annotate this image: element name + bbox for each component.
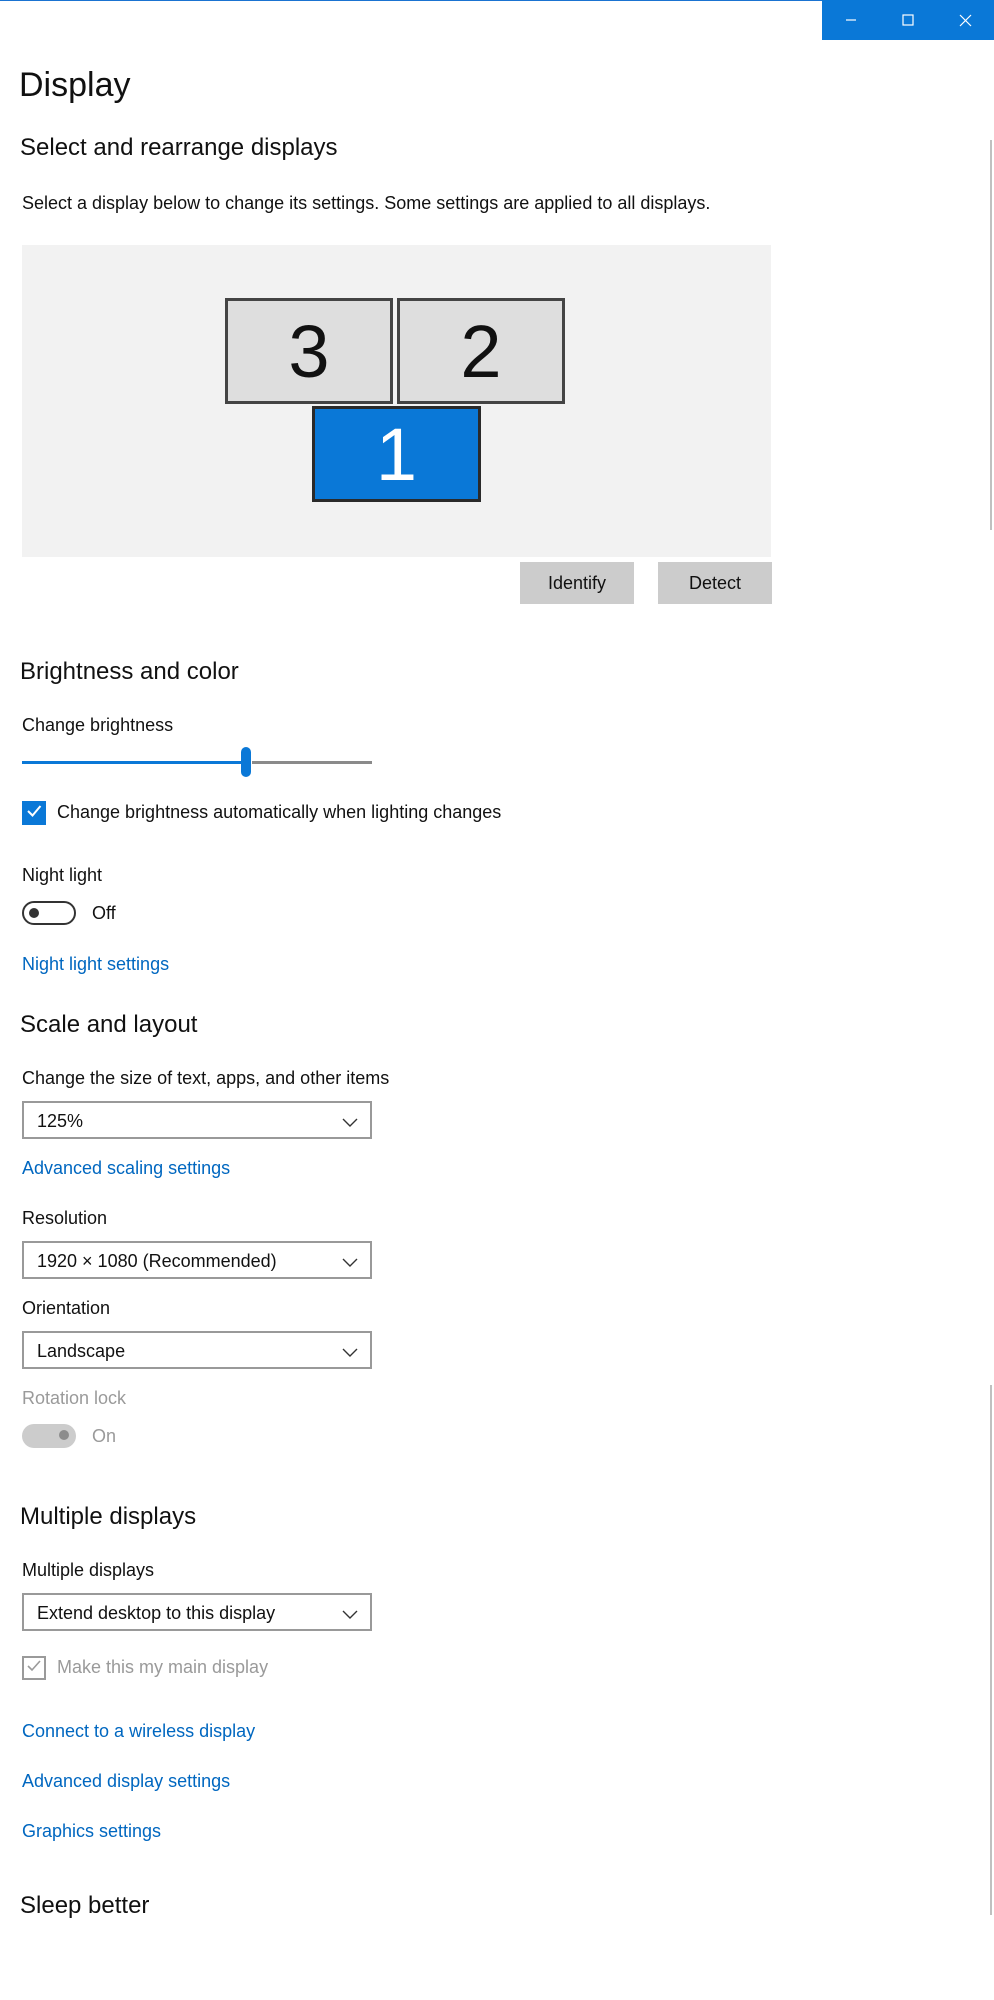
chevron-down-icon bbox=[342, 1607, 358, 1625]
graphics-settings-link[interactable]: Graphics settings bbox=[22, 1821, 161, 1842]
brightness-heading: Brightness and color bbox=[20, 658, 239, 685]
advanced-scaling-link[interactable]: Advanced scaling settings bbox=[22, 1158, 230, 1179]
scale-heading: Scale and layout bbox=[20, 1011, 198, 1038]
toggle-knob bbox=[59, 1430, 69, 1440]
orientation-label: Orientation bbox=[22, 1298, 111, 1318]
slider-thumb[interactable] bbox=[241, 747, 251, 777]
settings-content: Display Select and rearrange displays Se… bbox=[0, 0, 994, 2000]
change-brightness-label: Change brightness bbox=[22, 715, 174, 735]
brightness-slider[interactable] bbox=[22, 747, 372, 777]
slider-fill bbox=[22, 761, 246, 764]
chevron-down-icon bbox=[342, 1345, 358, 1363]
resolution-value: 1920 × 1080 (Recommended) bbox=[37, 1251, 277, 1271]
multiple-displays-dropdown[interactable]: Extend desktop to this display bbox=[22, 1593, 372, 1631]
multiple-displays-label: Multiple displays bbox=[22, 1560, 155, 1580]
identify-button[interactable]: Identify bbox=[520, 562, 634, 604]
scale-value: 125% bbox=[37, 1111, 84, 1131]
auto-brightness-checkbox[interactable] bbox=[22, 801, 46, 825]
multiple-displays-value: Extend desktop to this display bbox=[37, 1603, 276, 1623]
toggle-knob bbox=[29, 908, 39, 918]
multiple-displays-heading: Multiple displays bbox=[20, 1503, 197, 1530]
checkmark-icon bbox=[25, 802, 43, 825]
monitor-3[interactable]: 3 bbox=[225, 298, 393, 404]
night-light-state: Off bbox=[92, 903, 116, 923]
monitor-1-label: 1 bbox=[375, 412, 418, 496]
size-label: Change the size of text, apps, and other… bbox=[22, 1068, 390, 1088]
display-arrangement-canvas[interactable]: 3 2 1 bbox=[22, 245, 771, 557]
night-light-settings-link[interactable]: Night light settings bbox=[22, 954, 169, 975]
advanced-display-settings-link[interactable]: Advanced display settings bbox=[22, 1771, 230, 1792]
rotation-lock-toggle bbox=[22, 1424, 76, 1448]
sleep-better-heading: Sleep better bbox=[20, 1892, 150, 1919]
arrange-description: Select a display below to change its set… bbox=[22, 193, 711, 213]
resolution-label: Resolution bbox=[22, 1208, 108, 1228]
slider-track-rest bbox=[252, 761, 372, 764]
monitor-1-selected[interactable]: 1 bbox=[312, 406, 481, 502]
auto-brightness-label: Change brightness automatically when lig… bbox=[57, 802, 502, 822]
monitor-3-label: 3 bbox=[288, 309, 330, 393]
rotation-lock-label: Rotation lock bbox=[22, 1388, 127, 1408]
resolution-dropdown[interactable]: 1920 × 1080 (Recommended) bbox=[22, 1241, 372, 1279]
night-light-toggle[interactable] bbox=[22, 901, 76, 925]
night-light-label: Night light bbox=[22, 865, 103, 885]
checkmark-icon bbox=[26, 1658, 42, 1679]
chevron-down-icon bbox=[342, 1115, 358, 1133]
main-display-label: Make this my main display bbox=[57, 1657, 269, 1677]
main-display-checkbox bbox=[22, 1656, 46, 1680]
detect-button[interactable]: Detect bbox=[658, 562, 772, 604]
orientation-value: Landscape bbox=[37, 1341, 126, 1361]
monitor-2[interactable]: 2 bbox=[397, 298, 565, 404]
chevron-down-icon bbox=[342, 1255, 358, 1273]
wireless-display-link[interactable]: Connect to a wireless display bbox=[22, 1721, 255, 1742]
monitor-2-label: 2 bbox=[460, 309, 502, 393]
arrange-heading: Select and rearrange displays bbox=[20, 134, 338, 161]
page-title: Display bbox=[19, 66, 131, 104]
rotation-lock-state: On bbox=[92, 1426, 117, 1446]
scale-dropdown[interactable]: 125% bbox=[22, 1101, 372, 1139]
orientation-dropdown[interactable]: Landscape bbox=[22, 1331, 372, 1369]
